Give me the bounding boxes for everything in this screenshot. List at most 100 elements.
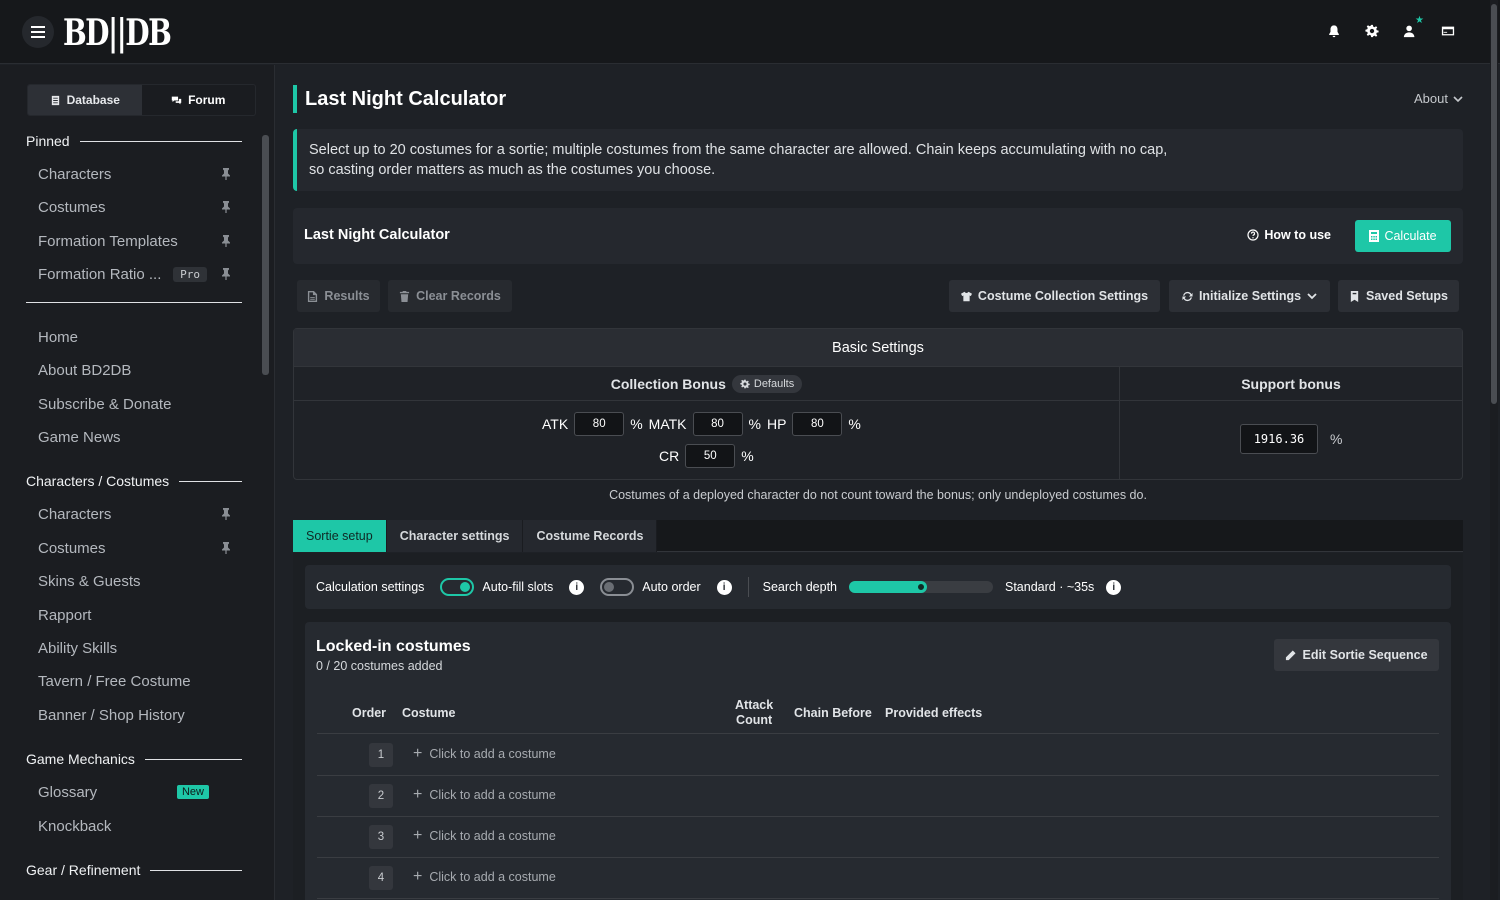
tab-sortie-setup[interactable]: Sortie setup [293,520,387,552]
sidebar-item-tavern[interactable]: Tavern / Free Costume [38,669,231,693]
sidebar-item-formation-ratio[interactable]: Formation Ratio ... Pro [38,262,231,286]
sidebar-divider [26,302,242,303]
calculator-card-title: Last Night Calculator [304,227,450,243]
top-bar: BD||DB ★ [0,0,1500,64]
gear-icon [740,379,750,388]
atk-input[interactable]: 80 [574,412,625,436]
sidebar-item-rapport[interactable]: Rapport [38,603,231,627]
sidebar-item-costumes[interactable]: Costumes [38,536,231,560]
info-icon[interactable]: i [569,579,585,595]
table-row[interactable]: 1 + Click to add a costume [317,735,1439,776]
add-costume-link[interactable]: + Click to add a costume [413,869,556,885]
sidebar-item-characters[interactable]: Characters [38,502,231,526]
add-costume-link[interactable]: + Click to add a costume [413,745,556,762]
sidebar-scrollbar[interactable] [262,135,269,375]
pin-icon[interactable] [221,235,231,247]
sidebar-item-subscribe[interactable]: Subscribe & Donate [38,392,231,416]
auto-order-toggle[interactable] [600,578,635,596]
locked-count: 0 / 20 costumes added [316,659,443,673]
sidebar-item-home[interactable]: Home [38,325,231,349]
tab-costume-records[interactable]: Costume Records [523,520,658,552]
table-row[interactable]: 3 + Click to add a costume [317,817,1439,858]
stat-row-1: ATK 80 % MATK 80 % HP 80 % [542,412,861,436]
document-icon [308,290,318,302]
gear-icon[interactable] [1364,20,1380,42]
bell-icon[interactable] [1326,20,1342,42]
pin-icon[interactable] [221,542,231,554]
user-icon[interactable]: ★ [1402,16,1424,42]
pin-icon[interactable] [221,168,231,180]
plus-icon: + [413,786,423,803]
sidebar-item-game-news[interactable]: Game News [38,425,231,449]
pin-icon[interactable] [221,201,231,213]
refresh-icon [1182,291,1193,301]
sidebar-item-formation-templates[interactable]: Formation Templates [38,229,231,253]
chat-bubbles-icon [171,96,182,104]
column-divider [1119,367,1120,480]
calculate-button[interactable]: Calculate [1355,220,1451,252]
sidebar-item-characters-pinned[interactable]: Characters [38,162,231,186]
order-number: 2 [369,784,393,808]
page-scrollbar[interactable] [1490,0,1498,900]
bonus-note: Costumes of a deployed character do not … [609,488,1147,502]
sidebar-item-glossary[interactable]: Glossary New [38,780,231,804]
new-badge: New [176,785,209,799]
site-logo[interactable]: BD||DB [63,12,172,54]
pin-icon[interactable] [221,508,231,520]
section-characters-costumes: Characters / Costumes [26,473,242,489]
sidebar-item-costumes-pinned[interactable]: Costumes [38,195,231,219]
col-attack-count: Attack Count [735,698,774,727]
col-chain-before: Chain Before [794,705,872,720]
search-depth-slider[interactable] [849,581,993,593]
trash-icon [400,290,410,302]
table-row[interactable]: 2 + Click to add a costume [317,776,1439,817]
pin-icon[interactable] [221,268,231,280]
how-to-use-button[interactable]: How to use [1247,228,1331,242]
about-dropdown[interactable]: About [1414,91,1463,106]
cr-input[interactable]: 50 [685,444,736,468]
calculation-settings-bar: Calculation settings Auto-fill slots i A… [305,565,1451,609]
search-depth-value: Standard · ~35s [1005,580,1095,594]
locked-title: Locked-in costumes [316,638,471,655]
plus-icon: + [413,827,423,844]
add-costume-link[interactable]: + Click to add a costume [413,827,556,844]
top-actions: ★ [1326,16,1456,42]
matk-input[interactable]: 80 [692,412,743,436]
table-row[interactable]: 4 + Click to add a costume [317,858,1439,899]
sidebar-item-skins-guests[interactable]: Skins & Guests [38,569,231,593]
defaults-button[interactable]: Defaults [731,374,803,393]
calculator-card: Last Night Calculator How to use Calcula… [293,208,1463,264]
tab-character-settings[interactable]: Character settings [386,520,524,552]
costume-collection-settings-button[interactable]: Costume Collection Settings [949,280,1160,312]
edit-sortie-sequence-button[interactable]: Edit Sortie Sequence [1274,639,1439,671]
chevron-down-icon [1307,293,1317,300]
sidebar-item-banner-history[interactable]: Banner / Shop History [38,703,231,727]
hp-input[interactable]: 80 [792,412,843,436]
add-costume-link[interactable]: + Click to add a costume [413,786,556,803]
tab-database[interactable]: Database [28,85,142,115]
section-game-mechanics: Game Mechanics [26,751,242,767]
initialize-settings-button[interactable]: Initialize Settings [1169,280,1330,312]
slider-handle[interactable] [916,582,926,592]
basic-settings-panel: Basic Settings Collection Bonus Defaults… [293,328,1463,480]
info-icon[interactable]: i [1106,579,1122,595]
auto-fill-toggle[interactable] [440,578,475,596]
support-bonus-input[interactable]: 1916.36 [1240,424,1318,454]
sidebar-item-ability-skills[interactable]: Ability Skills [38,636,231,660]
info-icon[interactable]: i [716,579,732,595]
col-provided-effects: Provided effects [885,705,983,720]
sidebar-item-about[interactable]: About BD2DB [38,358,231,382]
stat-row-2: CR 50 % [659,444,754,468]
separator [747,577,749,597]
results-button[interactable]: Results [297,280,380,312]
question-circle-icon [1247,229,1259,241]
clear-records-button[interactable]: Clear Records [388,280,512,312]
sidebar-item-knockback[interactable]: Knockback [38,814,231,838]
window-icon[interactable] [1440,20,1456,42]
plus-icon: + [413,745,423,762]
menu-icon[interactable] [22,16,54,48]
saved-setups-button[interactable]: Saved Setups [1338,280,1459,312]
star-icon: ★ [1415,15,1424,26]
sidebar: Database Forum Pinned Characters Costume… [0,65,275,900]
tab-forum[interactable]: Forum [142,85,256,115]
